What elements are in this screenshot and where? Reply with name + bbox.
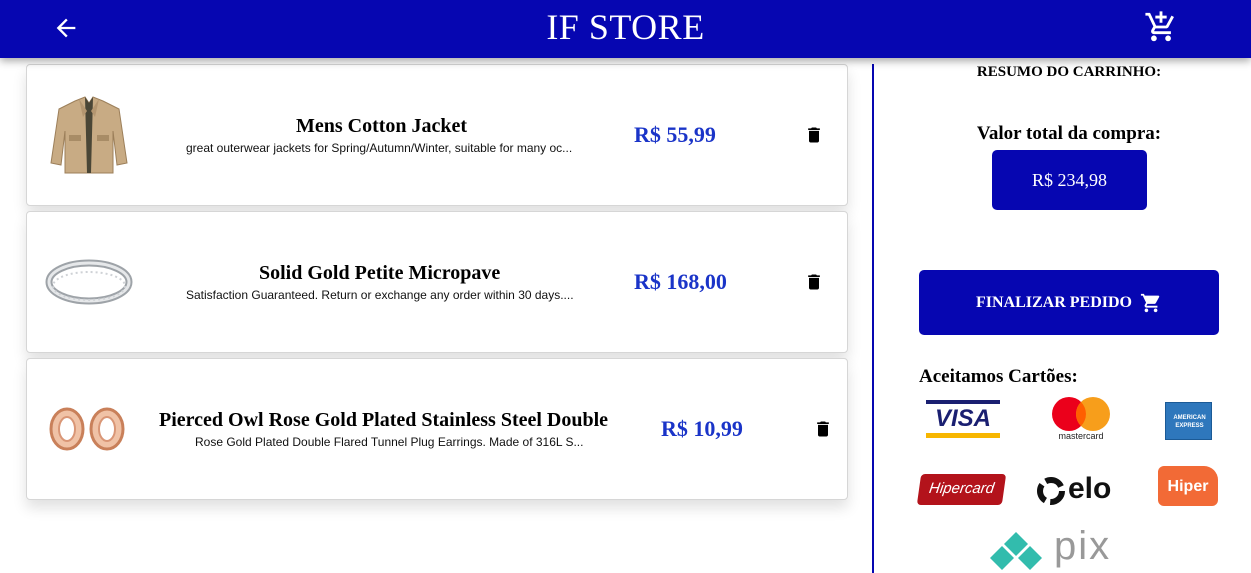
- cart-item-card: Mens Cotton Jacket great outerwear jacke…: [26, 64, 848, 206]
- elo-logo: elo: [1036, 472, 1128, 508]
- product-description: Satisfaction Guaranteed. Return or excha…: [186, 288, 574, 302]
- top-app-bar: IF STORE: [0, 0, 1251, 58]
- product-name: Pierced Owl Rose Gold Plated Stainless S…: [159, 409, 609, 431]
- hipercard-logo: Hipercard: [916, 474, 1007, 505]
- cart-item-card: Pierced Owl Rose Gold Plated Stainless S…: [26, 358, 848, 500]
- mastercard-logo: mastercard: [1047, 397, 1115, 441]
- cart-items-list: Mens Cotton Jacket great outerwear jacke…: [26, 64, 848, 505]
- trash-icon[interactable]: [804, 124, 824, 146]
- product-description: great outerwear jackets for Spring/Autum…: [186, 141, 573, 155]
- vertical-divider: [872, 64, 874, 573]
- pix-symbol-icon: [990, 532, 1042, 570]
- product-name: Solid Gold Petite Micropave: [259, 262, 501, 284]
- product-price: R$ 55,99: [634, 122, 716, 147]
- earrings-image: [49, 407, 125, 451]
- cart-item-card: Solid Gold Petite Micropave Satisfaction…: [26, 211, 848, 353]
- product-price: R$ 10,99: [661, 416, 743, 441]
- visa-logo: VISA: [926, 400, 1000, 440]
- product-price: R$ 168,00: [634, 269, 727, 294]
- pix-logo: pix: [990, 524, 1150, 573]
- cart-icon: [1140, 293, 1160, 312]
- elo-symbol-icon: [1037, 477, 1065, 505]
- product-name: Mens Cotton Jacket: [296, 115, 468, 137]
- store-title: IF STORE: [546, 7, 705, 47]
- trash-icon[interactable]: [813, 418, 833, 440]
- cart-plus-icon[interactable]: [1144, 10, 1178, 44]
- trash-icon[interactable]: [804, 271, 824, 293]
- accepted-cards-title: Aceitamos Cartões:: [919, 366, 1078, 387]
- checkout-label: FINALIZAR PEDIDO: [975, 293, 1132, 311]
- total-value-box: R$ 234,98: [992, 150, 1147, 210]
- ring-image: [45, 259, 133, 305]
- product-description: Rose Gold Plated Double Flared Tunnel Pl…: [195, 435, 584, 449]
- checkout-button[interactable]: FINALIZAR PEDIDO: [919, 270, 1219, 335]
- hiper-logo: Hiper: [1158, 466, 1218, 506]
- cart-summary-title: RESUMO DO CARRINHO:: [976, 64, 1162, 80]
- total-value: R$ 234,98: [1031, 169, 1107, 190]
- jacket-image: [50, 96, 128, 174]
- mastercard-circles-icon: [1052, 397, 1110, 431]
- amex-logo: AMERICAN EXPRESS: [1165, 402, 1212, 440]
- total-label: Valor total da compra:: [976, 123, 1162, 144]
